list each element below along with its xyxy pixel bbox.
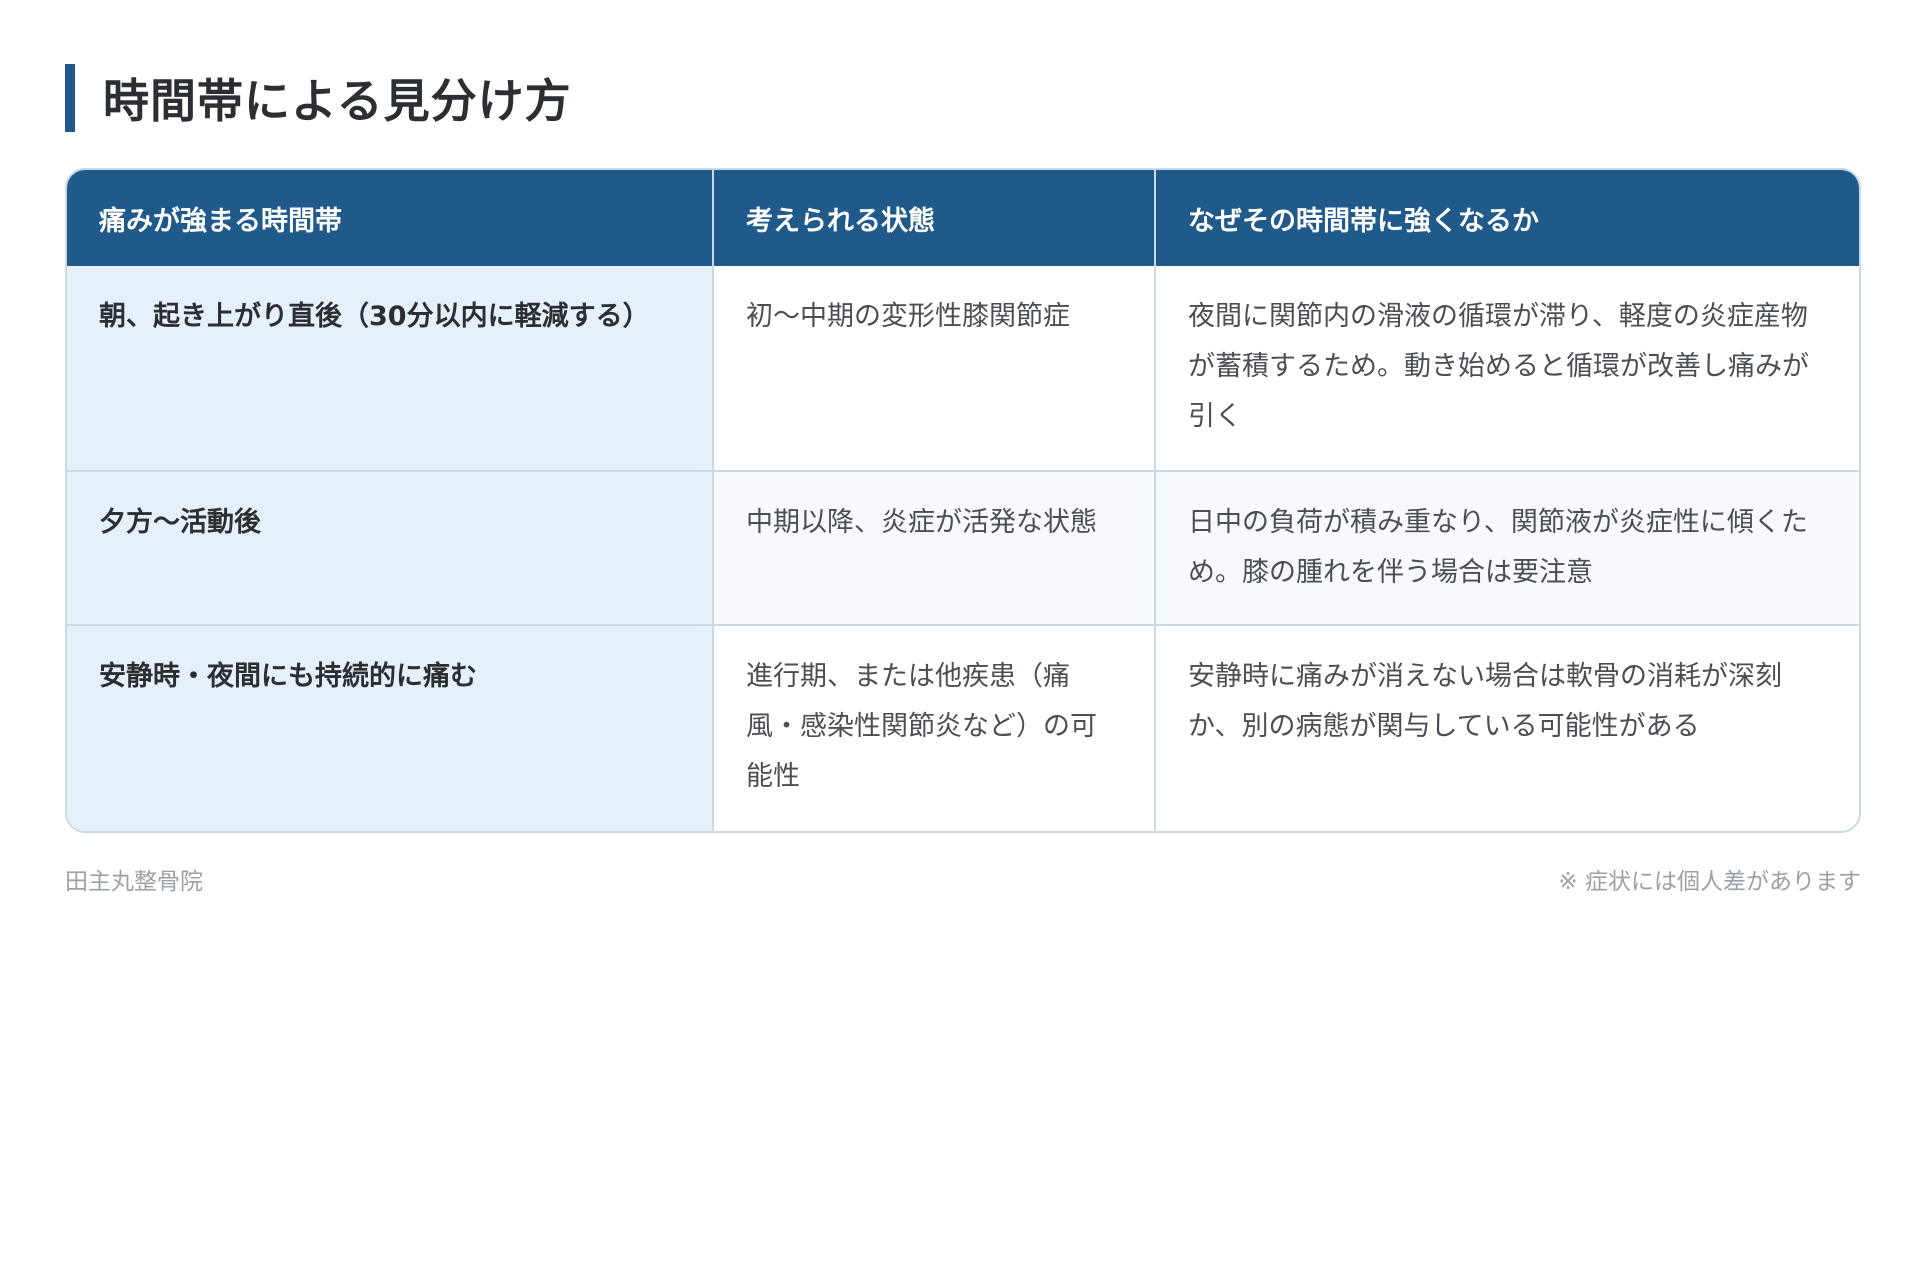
table-row: 安静時・夜間にも持続的に痛む 進行期、または他疾患（痛風・感染性関節炎など）の可… <box>67 624 1859 831</box>
reason-cell: 日中の負荷が積み重なり、関節液が炎症性に傾くため。膝の腫れを伴う場合は要注意 <box>1155 470 1859 625</box>
heading-accent-bar <box>65 64 75 132</box>
column-header-reason: なぜその時間帯に強くなるか <box>1155 170 1859 266</box>
condition-cell: 初〜中期の変形性膝関節症 <box>713 266 1156 471</box>
reason-cell: 夜間に関節内の滑液の循環が滞り、軽度の炎症産物が蓄積するため。動き始めると循環が… <box>1155 266 1859 471</box>
table-body: 朝、起き上がり直後（30分以内に軽減する） 初〜中期の変形性膝関節症 夜間に関節… <box>67 266 1859 831</box>
page: 時間帯による見分け方 痛みが強まる時間帯 考えられる状態 なぜその時間帯に強くな… <box>0 0 1920 1280</box>
comparison-table: 痛みが強まる時間帯 考えられる状態 なぜその時間帯に強くなるか 朝、起き上がり直… <box>67 170 1859 831</box>
time-of-day-table: 痛みが強まる時間帯 考えられる状態 なぜその時間帯に強くなるか 朝、起き上がり直… <box>65 168 1861 833</box>
table-row: 朝、起き上がり直後（30分以内に軽減する） 初〜中期の変形性膝関節症 夜間に関節… <box>67 266 1859 471</box>
page-title: 時間帯による見分け方 <box>103 74 572 128</box>
table-header: 痛みが強まる時間帯 考えられる状態 なぜその時間帯に強くなるか <box>67 170 1859 266</box>
condition-cell: 進行期、または他疾患（痛風・感染性関節炎など）の可能性 <box>713 624 1156 831</box>
clinic-name: 田主丸整骨院 <box>65 869 203 895</box>
time-cell: 安静時・夜間にも持続的に痛む <box>67 624 714 831</box>
footnote: ※ 症状には個人差があります <box>1558 869 1861 895</box>
column-header-condition: 考えられる状態 <box>713 170 1156 266</box>
time-cell: 夕方〜活動後 <box>67 470 714 625</box>
column-header-time: 痛みが強まる時間帯 <box>67 170 714 266</box>
reason-cell: 安静時に痛みが消えない場合は軟骨の消耗が深刻か、別の病態が関与している可能性があ… <box>1155 624 1859 831</box>
table-row: 夕方〜活動後 中期以降、炎症が活発な状態 日中の負荷が積み重なり、関節液が炎症性… <box>67 470 1859 625</box>
section-heading: 時間帯による見分け方 <box>65 64 572 132</box>
time-cell: 朝、起き上がり直後（30分以内に軽減する） <box>67 266 714 471</box>
condition-cell: 中期以降、炎症が活発な状態 <box>713 470 1156 625</box>
table-header-row: 痛みが強まる時間帯 考えられる状態 なぜその時間帯に強くなるか <box>67 170 1859 266</box>
